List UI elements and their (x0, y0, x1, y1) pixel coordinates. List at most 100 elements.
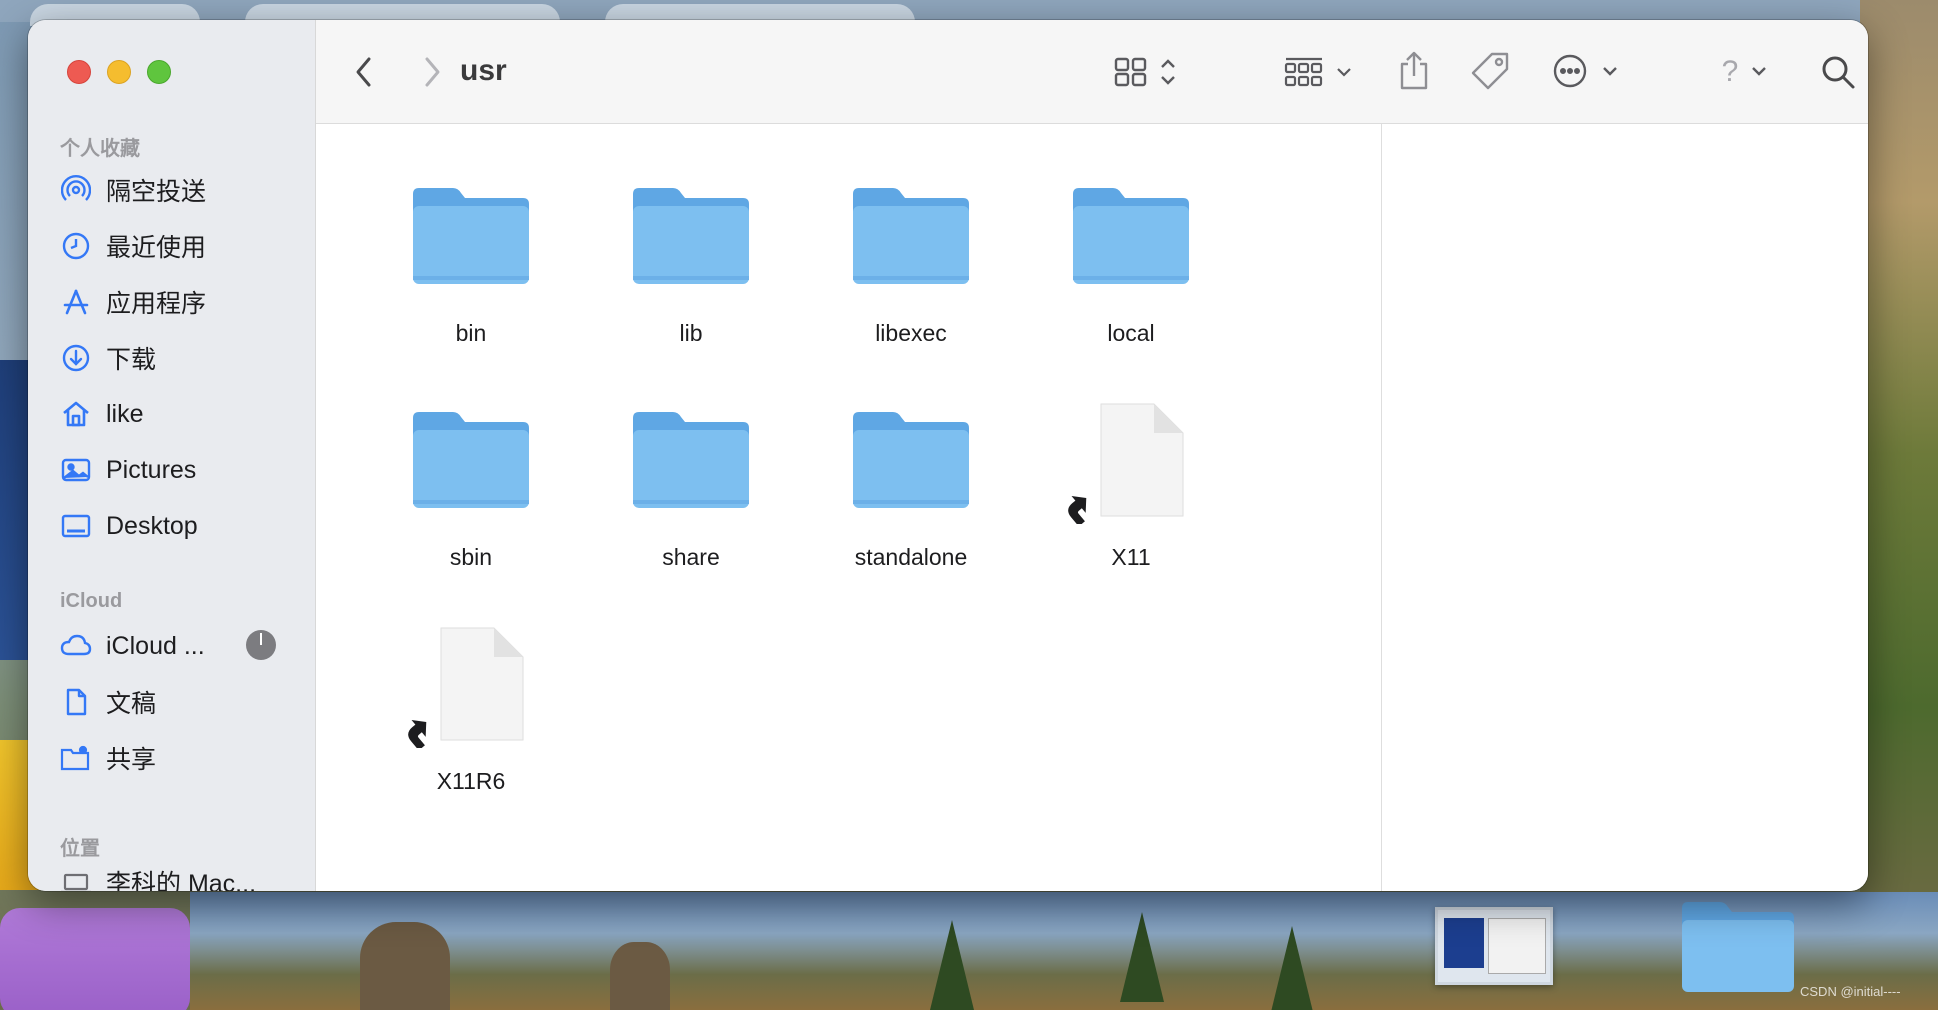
more-actions-button[interactable] (1552, 48, 1628, 94)
share-icon (1400, 51, 1428, 90)
file-icon-view: bin lib libexec local sbin share standal… (316, 124, 1382, 891)
zoom-button[interactable] (147, 60, 171, 84)
folder-icon (853, 188, 969, 284)
finder-window: 个人收藏 隔空投送 最近使用 应用程序 下载 like Pictures Des… (28, 20, 1868, 891)
icloud-sync-progress-icon (246, 630, 276, 660)
file-item-folder[interactable]: standalone (821, 408, 1001, 608)
forward-chevron-icon (425, 57, 440, 87)
desktop-top-strip (0, 0, 1938, 26)
group-by-icon (1284, 57, 1351, 87)
sidebar-item-downloads[interactable]: 下载 (60, 336, 300, 380)
file-name: libexec (875, 320, 947, 346)
sidebar: 个人收藏 隔空投送 最近使用 应用程序 下载 like Pictures Des… (28, 20, 316, 891)
sidebar-item-label: Desktop (106, 511, 198, 540)
back-button[interactable] (344, 52, 384, 92)
share-button[interactable] (1392, 46, 1436, 96)
sidebar-section-icloud: iCloud (60, 590, 123, 612)
folder-icon (413, 188, 529, 284)
preview-pane (1382, 124, 1868, 891)
desktop-folder-icon[interactable] (1678, 898, 1798, 996)
photo-icon (60, 454, 92, 486)
folder-icon (633, 412, 749, 508)
group-by-button[interactable] (1282, 50, 1362, 94)
shared-folder-icon (60, 742, 92, 774)
sidebar-item-mac[interactable]: 李科的 Mac... (60, 860, 300, 891)
file-item-folder[interactable]: libexec (821, 184, 1001, 384)
sidebar-item-label: 下载 (106, 346, 157, 374)
cloud-icon (60, 630, 92, 662)
thumbnail-content (1488, 918, 1546, 974)
desktop-screenshot-thumbnail[interactable] (1435, 907, 1553, 985)
file-name: share (662, 544, 720, 570)
desktop-icon (60, 510, 92, 542)
laptop-icon (60, 866, 92, 891)
file-item-folder[interactable]: lib (601, 184, 781, 384)
close-button[interactable] (67, 60, 91, 84)
sidebar-item-label: 文稿 (106, 690, 157, 718)
wallpaper-rock (360, 922, 450, 1010)
sidebar-section-favorites: 个人收藏 (60, 138, 140, 160)
alias-document-icon (1068, 403, 1184, 524)
file-item-folder[interactable]: sbin (381, 408, 561, 608)
icon-grid-icon (1114, 57, 1175, 87)
file-name: local (1107, 320, 1155, 346)
toolbar: usr ? (316, 20, 1868, 124)
folder-icon (1073, 188, 1189, 284)
file-item-folder[interactable]: share (601, 408, 781, 608)
wallpaper-tree (930, 920, 974, 1010)
sidebar-item-shared[interactable]: 共享 (60, 736, 300, 780)
file-name: standalone (854, 544, 968, 570)
file-item-alias[interactable]: X11R6 (381, 624, 561, 824)
sidebar-item-label: 隔空投送 (106, 178, 207, 206)
back-chevron-icon (356, 57, 371, 87)
sidebar-item-airdrop[interactable]: 隔空投送 (60, 168, 300, 212)
folder-icon (633, 188, 749, 284)
sidebar-item-label: 应用程序 (106, 290, 207, 318)
search-button[interactable] (1816, 50, 1860, 94)
sidebar-item-label: like (106, 399, 144, 428)
wallpaper-tree (1270, 926, 1314, 1010)
window-title: usr (460, 54, 507, 87)
sidebar-item-applications[interactable]: 应用程序 (60, 280, 300, 324)
sidebar-item-home[interactable]: like (60, 392, 300, 436)
watermark-text: CSDN @initial---- (1800, 984, 1901, 999)
file-item-folder[interactable]: local (1041, 184, 1221, 384)
file-name: lib (679, 320, 703, 346)
folder-icon (853, 412, 969, 508)
sidebar-item-desktop[interactable]: Desktop (60, 504, 300, 548)
folder-icon (413, 412, 529, 508)
sidebar-item-pictures[interactable]: Pictures (60, 448, 300, 492)
tag-button[interactable] (1466, 48, 1516, 94)
download-icon (60, 342, 92, 374)
file-item-folder[interactable]: bin (381, 184, 561, 384)
desktop-wallpaper-bottom (190, 892, 1938, 1010)
sidebar-item-documents[interactable]: 文稿 (60, 680, 300, 724)
sidebar-item-label: 李科的 Mac... (106, 870, 256, 891)
sidebar-section-locations: 位置 (60, 838, 100, 860)
desktop-wallpaper-right (1860, 0, 1938, 1010)
sidebar-item-label: Pictures (106, 455, 197, 484)
sidebar-item-label: iCloud ... (106, 631, 205, 660)
file-name: X11 (1111, 544, 1151, 570)
desktop-widget-purple (0, 908, 190, 1010)
sidebar-item-label: 共享 (106, 746, 157, 774)
thumbnail-content (1444, 918, 1484, 968)
alias-document-icon (408, 627, 524, 748)
applications-icon (60, 286, 92, 318)
tag-icon (1471, 52, 1509, 90)
file-item-alias[interactable]: X11 (1041, 400, 1221, 600)
minimize-button[interactable] (107, 60, 131, 84)
window-controls (67, 60, 171, 84)
document-icon (60, 686, 92, 718)
help-label: ? (1721, 55, 1739, 88)
wallpaper-rock (610, 942, 670, 1010)
forward-button[interactable] (412, 52, 452, 92)
clock-icon (60, 230, 92, 262)
wallpaper-tree (1120, 912, 1164, 1002)
search-icon (1822, 56, 1855, 89)
sidebar-item-recents[interactable]: 最近使用 (60, 224, 300, 268)
view-mode-button[interactable] (1112, 50, 1186, 94)
home-icon (60, 398, 92, 430)
help-button[interactable]: ? (1712, 50, 1778, 94)
airdrop-icon (60, 174, 92, 206)
